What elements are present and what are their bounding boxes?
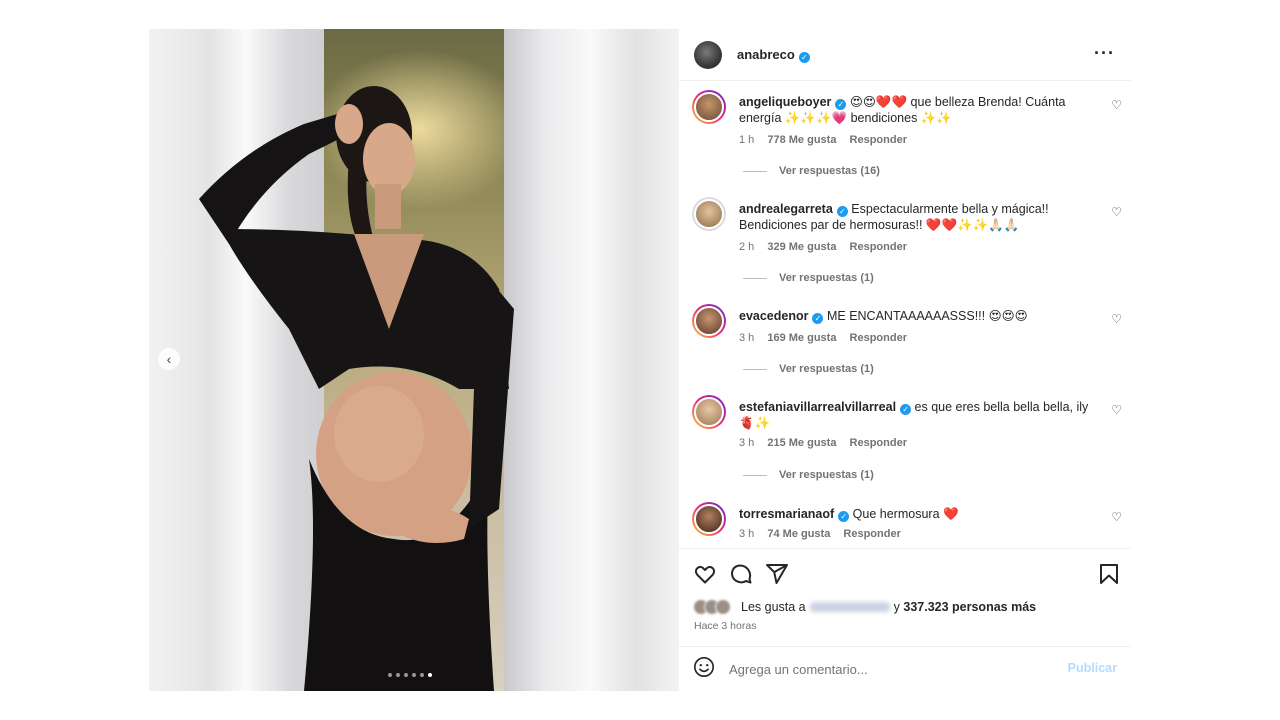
comment-likes[interactable]: 778 Me gusta [767, 134, 836, 146]
commenter-username[interactable]: torresmarianaof [739, 507, 834, 521]
comment-heart-icon[interactable]: ♡ [1111, 403, 1122, 417]
carousel-dot[interactable] [404, 673, 408, 677]
carousel-dot[interactable] [412, 673, 416, 677]
post-header: anabreco ✓ ··· [679, 29, 1131, 81]
comment-time: 1 h [739, 134, 755, 146]
bookmark-icon[interactable] [1097, 562, 1121, 591]
reply-button[interactable]: Responder [843, 528, 900, 540]
verified-badge-icon: ✓ [836, 206, 848, 217]
comment-body: angeliqueboyer ✓ 😍😍❤️❤️ que belleza Brend… [739, 94, 1099, 126]
comment-text: 😍😍❤️❤️ que belleza Brenda! Cuánta [849, 95, 1066, 109]
likes-prefix: Les gusta a [741, 600, 806, 614]
commenter-avatar[interactable] [692, 90, 726, 124]
liker-avatars [693, 599, 735, 615]
commenter-username[interactable]: estefaniavillarrealvillarreal [739, 400, 896, 414]
comment-meta: 3 h 74 Me gusta Responder [739, 528, 911, 540]
verified-badge-icon: ✓ [798, 51, 810, 63]
verified-badge-icon: ✓ [812, 313, 824, 324]
comment-input[interactable] [729, 661, 1029, 677]
comment-text: 🫀✨ [739, 416, 771, 430]
author-avatar[interactable] [694, 40, 722, 69]
comment-icon[interactable] [729, 562, 753, 591]
comment-body: evacedenor ✓ ME ENCANTAAAAAASSS!!! 😍😍😍 [739, 308, 1099, 324]
carousel-prev-button[interactable]: ‹ [158, 348, 180, 370]
likes-count[interactable]: 337.323 personas más [903, 600, 1036, 614]
post-photo[interactable] [149, 29, 679, 691]
comment-meta: 2 h 329 Me gusta Responder [739, 241, 917, 253]
comment-heart-icon[interactable]: ♡ [1111, 98, 1122, 112]
commenter-avatar[interactable] [692, 197, 726, 231]
woman-figure [199, 86, 514, 691]
verified-badge-icon: ✓ [900, 404, 912, 415]
comment-body: andrealegarreta ✓ Espectacularmente bella… [739, 201, 1099, 233]
view-replies-button[interactable]: Ver respuestas (1) [743, 363, 874, 375]
publish-button[interactable]: Publicar [1068, 661, 1117, 675]
emoji-icon[interactable] [693, 656, 715, 683]
add-comment-bar: Publicar [679, 646, 1131, 691]
comment-time: 3 h [739, 437, 755, 449]
commenter-username[interactable]: angeliqueboyer [739, 95, 831, 109]
comment-heart-icon[interactable]: ♡ [1111, 312, 1122, 326]
commenter-avatar[interactable] [692, 395, 726, 429]
view-replies-button[interactable]: Ver respuestas (16) [743, 165, 880, 177]
reply-button[interactable]: Responder [850, 332, 907, 344]
comment-time: 3 h [739, 332, 755, 344]
carousel-dots [388, 673, 432, 677]
post-actions-bar [679, 548, 1131, 598]
commenter-username[interactable]: evacedenor [739, 309, 808, 323]
view-replies-button[interactable]: Ver respuestas (1) [743, 272, 874, 284]
reply-button[interactable]: Responder [850, 134, 907, 146]
comment-body: estefaniavillarrealvillarreal ✓ es que er… [739, 399, 1099, 431]
carousel-dot[interactable] [396, 673, 400, 677]
comment-text: energía ✨✨✨💗 bendiciones ✨✨ [739, 111, 952, 125]
verified-badge-icon: ✓ [835, 99, 847, 110]
reply-button[interactable]: Responder [850, 437, 907, 449]
comment-likes[interactable]: 215 Me gusta [767, 437, 836, 449]
comment-time: 2 h [739, 241, 755, 253]
comment-body: torresmarianaof ✓ Que hermosura ❤️ [739, 506, 1099, 522]
carousel-dot-active[interactable] [428, 673, 432, 677]
comment-text: Que hermosura ❤️ [852, 507, 959, 521]
comment-time: 3 h [739, 528, 755, 540]
likes-conjunction: y [893, 600, 900, 614]
more-horizontal-icon[interactable]: ··· [1094, 43, 1115, 64]
commenter-avatar[interactable] [692, 502, 726, 536]
post-timestamp[interactable]: Hace 3 horas [694, 620, 756, 632]
comment-meta: 3 h 215 Me gusta Responder [739, 437, 917, 449]
comment-meta: 1 h 778 Me gusta Responder [739, 134, 917, 146]
commenter-avatar[interactable] [692, 304, 726, 338]
comment-text: Bendiciones par de hermosuras!! ❤️❤️✨✨🙏🏻… [739, 218, 1020, 232]
comments-list[interactable]: angeliqueboyer ✓ 😍😍❤️❤️ que belleza Brend… [679, 82, 1131, 547]
share-icon[interactable] [765, 562, 789, 591]
comment-likes[interactable]: 329 Me gusta [767, 241, 836, 253]
commenter-username[interactable]: andrealegarreta [739, 202, 833, 216]
carousel-dot[interactable] [388, 673, 392, 677]
comment-meta: 3 h 169 Me gusta Responder [739, 332, 917, 344]
chevron-left-icon: ‹ [166, 351, 172, 367]
post-side-panel: anabreco ✓ ··· angeliqueboyer ✓ 😍😍❤️❤️ que… [679, 29, 1131, 691]
comment-heart-icon[interactable]: ♡ [1111, 205, 1122, 219]
likes-summary[interactable]: Les gusta a y 337.323 personas más [693, 599, 1036, 615]
verified-badge-icon: ✓ [838, 511, 850, 522]
heart-icon[interactable] [693, 562, 717, 591]
comment-text: ME ENCANTAAAAAASSS!!! 😍😍😍 [826, 309, 1028, 323]
comment-likes[interactable]: 74 Me gusta [767, 528, 830, 540]
reply-button[interactable]: Responder [850, 241, 907, 253]
carousel-dot[interactable] [420, 673, 424, 677]
liker-name-blurred[interactable] [809, 602, 890, 612]
comment-heart-icon[interactable]: ♡ [1111, 510, 1122, 524]
comment-text: es que eres bella bella bella, ily [914, 400, 1089, 414]
comment-likes[interactable]: 169 Me gusta [767, 332, 836, 344]
comment-text: Espectacularmente bella y mágica!! [851, 202, 1049, 216]
author-username[interactable]: anabreco ✓ [737, 47, 810, 63]
view-replies-button[interactable]: Ver respuestas (1) [743, 469, 874, 481]
